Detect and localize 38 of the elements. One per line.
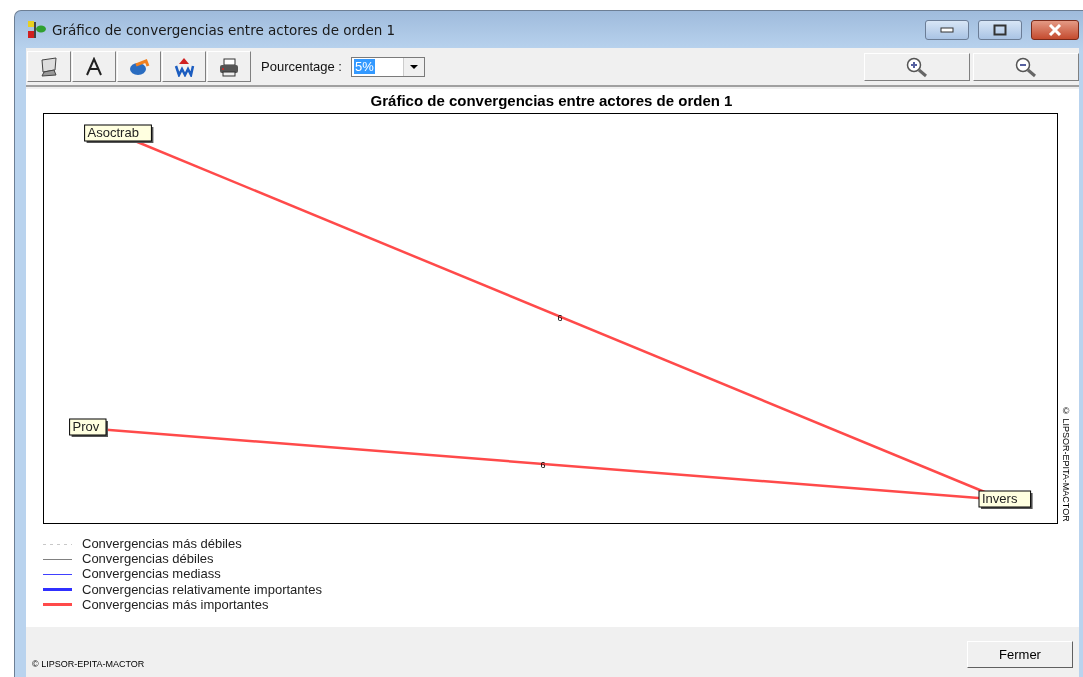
zoom-in-button[interactable] [864,52,970,81]
percent-label: Pourcentage : [261,59,342,74]
maximize-button[interactable] [978,19,1022,40]
edge-value: 6 [540,460,546,470]
close-dialog-button[interactable]: Fermer [967,641,1073,668]
legend-label: Convergencias relativamente importantes [82,581,322,597]
bowl-arrow-icon [128,56,150,77]
legend-label: Convergencias más importantes [82,596,269,612]
minimize-icon [940,26,954,33]
actor-node[interactable]: Asoctrab [84,124,154,143]
print-button[interactable] [207,51,251,82]
actor-node[interactable]: Invers [978,490,1033,509]
caret-icon [408,63,419,70]
export-button[interactable] [117,51,161,82]
font-icon [84,56,104,77]
printer-icon [218,56,240,77]
copyright-text: © LIPSOR-EPITA-MACTOR [1061,406,1071,522]
maximize-icon [993,23,1007,36]
copyright-text: © LIPSOR-EPITA-MACTOR [32,659,145,669]
legend-label: Convergencias débiles [82,551,214,567]
zoom-out-icon [1014,55,1038,78]
monitor-icon [38,56,60,77]
chart-title: Gráfico de convergencias entre actores de orden 1 [369,91,734,111]
legend-label: Convergencias mediass [82,566,221,582]
monitor-button[interactable] [27,51,71,82]
edge-value: 6 [557,313,563,323]
actor-node[interactable]: Prov [69,418,108,437]
legend-label: Convergencias más débiles [82,536,242,552]
word-export-button[interactable] [162,51,206,82]
close-icon [1047,23,1063,36]
font-button[interactable] [72,51,116,82]
zoom-in-icon [905,55,929,78]
zoom-out-button[interactable] [973,52,1079,81]
w-arrow-icon [173,56,195,77]
close-button[interactable] [1031,19,1079,40]
app-icon [26,19,46,40]
window-title: Gráfico de convergencias entre actores de orden 1 [52,21,396,38]
minimize-button[interactable] [925,19,969,40]
